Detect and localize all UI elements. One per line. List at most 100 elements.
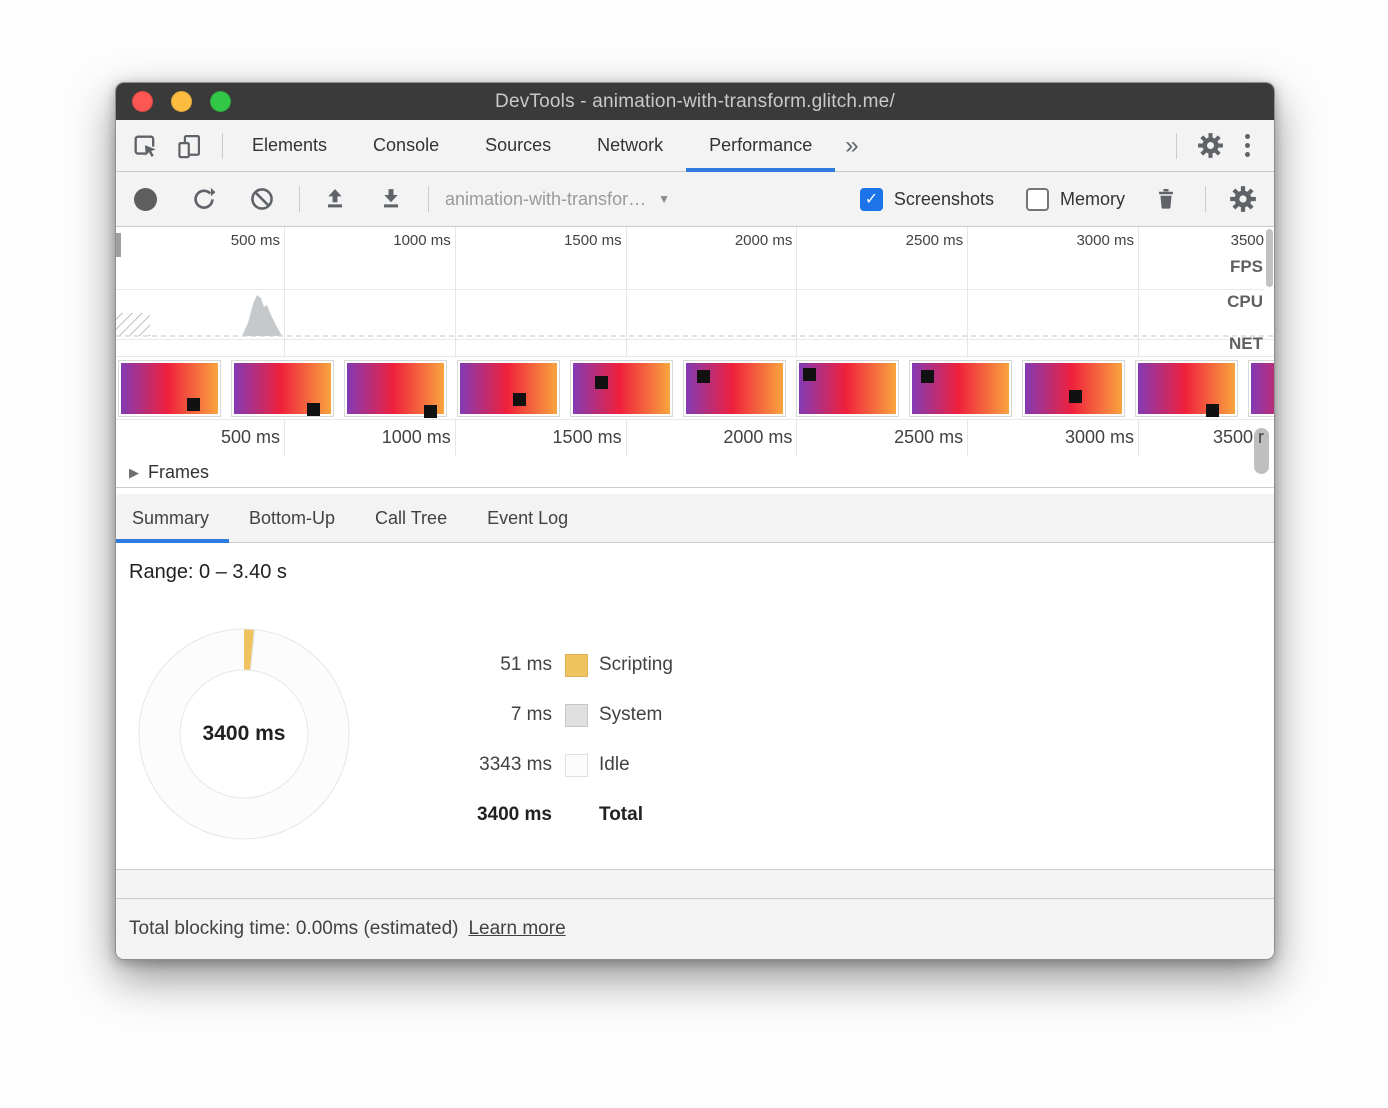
ruler-tick-label: 1000 ms xyxy=(287,232,451,249)
tab-elements[interactable]: Elements xyxy=(229,120,350,171)
ruler-gridline xyxy=(284,227,285,357)
ruler-tick-label: 1000 ms xyxy=(287,427,451,448)
save-profile-icon[interactable] xyxy=(376,184,406,214)
screenshot-thumbnail[interactable] xyxy=(118,360,221,417)
screenshot-thumbnail[interactable] xyxy=(683,360,786,417)
clear-recording-icon[interactable] xyxy=(247,184,277,214)
traffic-lights xyxy=(132,91,231,112)
main-tabbar: ElementsConsoleSourcesNetworkPerformance… xyxy=(116,120,1274,172)
legend-swatch xyxy=(565,754,588,777)
record-button[interactable] xyxy=(134,188,157,211)
animated-box xyxy=(697,370,710,383)
memory-label: Memory xyxy=(1060,189,1125,210)
frames-section-label: Frames xyxy=(148,462,209,483)
animated-box xyxy=(1069,390,1082,403)
ruler-gridline xyxy=(796,420,797,456)
screenshots-toggle[interactable]: ✓ Screenshots xyxy=(860,188,994,211)
more-tabs-icon[interactable]: » xyxy=(837,132,866,160)
tab-performance[interactable]: Performance xyxy=(686,120,835,171)
ruler-tick-label: 500 ms xyxy=(116,427,280,448)
dtab-summary[interactable]: Summary xyxy=(116,494,229,542)
screenshot-thumbnail[interactable] xyxy=(1022,360,1125,417)
profile-select[interactable]: animation-with-transfor… ▼ xyxy=(445,189,670,210)
tabbar-divider xyxy=(222,133,223,159)
screenshot-thumbnail[interactable] xyxy=(796,360,899,417)
screenshot-filmstrip xyxy=(116,357,1274,420)
titlebar: DevTools - animation-with-transform.glit… xyxy=(116,83,1274,120)
screenshots-checkbox[interactable]: ✓ xyxy=(860,188,883,211)
tabbar-right-divider xyxy=(1176,133,1177,159)
range-label: Range: 0 – 3.40 s xyxy=(129,561,287,584)
ruler-gridline xyxy=(626,227,627,357)
reload-and-record-icon[interactable] xyxy=(189,184,219,214)
screenshot-thumbnail[interactable] xyxy=(344,360,447,417)
animated-box xyxy=(803,368,816,381)
dtab-call-tree[interactable]: Call Tree xyxy=(355,494,467,542)
capture-settings-gear-icon[interactable] xyxy=(1228,184,1258,214)
ruler-gridline xyxy=(796,227,797,357)
animated-box xyxy=(595,376,608,389)
memory-toggle[interactable]: Memory xyxy=(1026,188,1125,211)
animated-box xyxy=(921,370,934,383)
lane-label-cpu: CPU xyxy=(1227,292,1263,312)
screenshot-thumbnail[interactable] xyxy=(457,360,560,417)
dtab-event-log[interactable]: Event Log xyxy=(467,494,588,542)
zoom-window-button[interactable] xyxy=(210,91,231,112)
legend-swatch xyxy=(565,704,588,727)
frames-section-toggle[interactable]: ▶ Frames xyxy=(129,462,209,483)
memory-checkbox[interactable] xyxy=(1026,188,1049,211)
lane-label-fps: FPS xyxy=(1230,257,1263,277)
trash-icon[interactable] xyxy=(1151,184,1181,214)
check-icon: ✓ xyxy=(865,189,878,209)
legend-row-total: 3400 msTotal xyxy=(446,790,673,840)
screenshot-thumbnail[interactable] xyxy=(1248,360,1274,417)
performance-toolbar: animation-with-transfor… ▼ ✓ Screenshots… xyxy=(116,172,1274,227)
tab-console[interactable]: Console xyxy=(350,120,462,171)
frames-pane: ▶ Frames 500 ms1000 ms1500 ms2000 ms2500… xyxy=(116,420,1274,488)
settings-gear-icon[interactable] xyxy=(1195,131,1225,161)
ruler-tick-label: 3500 r xyxy=(1100,427,1264,448)
timeline-overview[interactable]: 500 ms1000 ms1500 ms2000 ms2500 ms3000 m… xyxy=(116,227,1274,357)
tab-network[interactable]: Network xyxy=(574,120,686,171)
lane-label-net: NET xyxy=(1229,334,1263,354)
legend-row-scripting: 51 msScripting xyxy=(446,640,673,690)
animated-box xyxy=(1206,404,1219,417)
animated-box xyxy=(187,398,200,411)
device-toolbar-icon[interactable] xyxy=(174,131,204,161)
ruler-tick-label: 500 ms xyxy=(116,232,280,249)
donut-legend: 51 msScripting7 msSystem3343 msIdle3400 … xyxy=(446,640,673,840)
screenshot-thumbnail[interactable] xyxy=(231,360,334,417)
animated-box xyxy=(424,405,437,418)
devtools-window: DevTools - animation-with-transform.glit… xyxy=(115,82,1275,960)
overview-scrollbar[interactable] xyxy=(1265,227,1274,291)
time-breakdown-donut: 3400 ms xyxy=(134,624,354,844)
ruler-tick-label: 2000 ms xyxy=(628,427,792,448)
tab-sources[interactable]: Sources xyxy=(462,120,574,171)
dtab-bottom-up[interactable]: Bottom-Up xyxy=(229,494,355,542)
ruler-gridline xyxy=(455,420,456,456)
inspect-element-icon[interactable] xyxy=(130,131,160,161)
drawer-strip xyxy=(116,869,1274,899)
ruler-tick-label: 2000 ms xyxy=(628,232,792,249)
window-title: DevTools - animation-with-transform.glit… xyxy=(495,91,895,113)
summary-panel: Range: 0 – 3.40 s 3400 ms 51 msScripting… xyxy=(116,543,1274,869)
status-bar: Total blocking time: 0.00ms (estimated) … xyxy=(116,899,1274,959)
cpu-activity-chart xyxy=(116,289,1274,339)
load-profile-icon[interactable] xyxy=(320,184,350,214)
learn-more-link[interactable]: Learn more xyxy=(468,918,565,940)
ruler-tick-label: 2500 ms xyxy=(799,232,963,249)
screenshot-thumbnail[interactable] xyxy=(570,360,673,417)
ruler-gridline xyxy=(455,227,456,357)
ruler-tick-label: 1500 ms xyxy=(458,427,622,448)
close-window-button[interactable] xyxy=(132,91,153,112)
customize-menu-icon[interactable] xyxy=(1245,134,1250,157)
screenshot-thumbnail[interactable] xyxy=(1135,360,1238,417)
animated-box xyxy=(513,393,526,406)
minimize-window-button[interactable] xyxy=(171,91,192,112)
ruler-tick-label: 3500 xyxy=(1100,232,1264,249)
donut-total-label: 3400 ms xyxy=(134,624,354,844)
screenshot-thumbnail[interactable] xyxy=(909,360,1012,417)
ruler-tick-label: 1500 ms xyxy=(458,232,622,249)
panel-tabs: ElementsConsoleSourcesNetworkPerformance xyxy=(229,120,835,171)
legend-swatch xyxy=(565,654,588,677)
